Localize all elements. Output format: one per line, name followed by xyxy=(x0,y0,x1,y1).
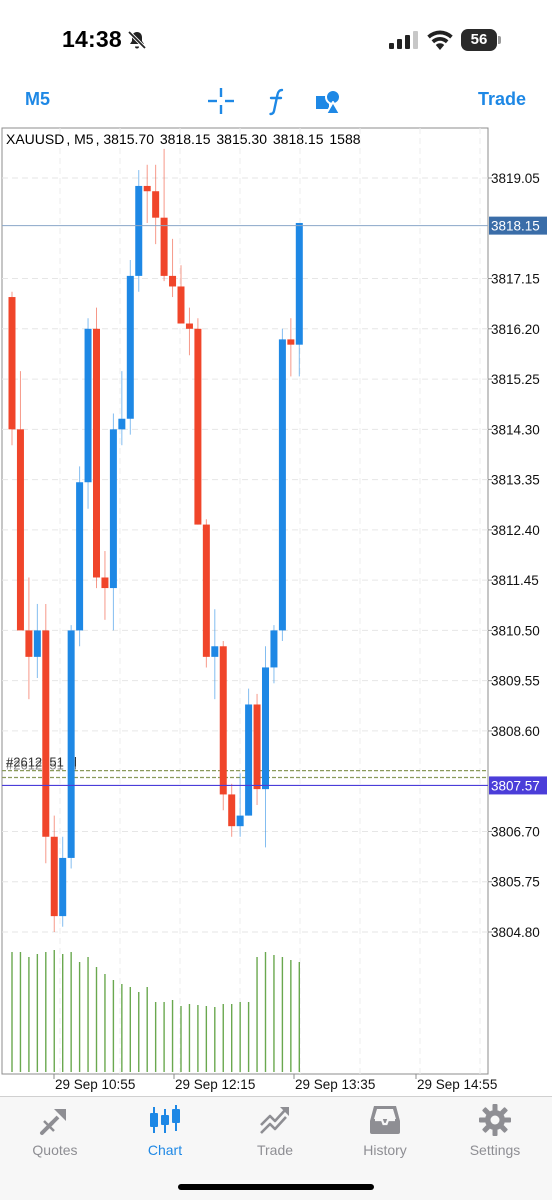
price-label: 3816.20 xyxy=(491,322,540,337)
time-label: 29 Sep 13:35 xyxy=(295,1077,375,1092)
time-label: 29 Sep 12:15 xyxy=(175,1077,255,1092)
price-label: 3819.05 xyxy=(491,171,540,186)
candle-body xyxy=(270,630,278,668)
candle-body xyxy=(169,275,177,287)
chart-info: XAUUSD, M5, 3815.70 3818.15 3815.30 3818… xyxy=(6,131,361,147)
price-label: 3805.75 xyxy=(491,875,540,890)
order-label: #2612851 sl xyxy=(6,758,77,773)
trade-button[interactable]: Trade xyxy=(478,89,526,110)
function-icon[interactable] xyxy=(262,86,292,116)
candle-body xyxy=(211,646,219,657)
chart-close: 3818.15 xyxy=(272,131,324,147)
candle-body xyxy=(59,857,67,917)
tab-settings[interactable]: Settings xyxy=(440,1103,550,1167)
candle-body xyxy=(177,286,185,324)
battery-level: 56 xyxy=(470,31,488,48)
price-label: 3810.50 xyxy=(491,623,540,638)
tab-chart[interactable]: Chart xyxy=(110,1103,220,1167)
tab-label-history: History xyxy=(363,1142,407,1158)
inbox-history-icon xyxy=(370,1106,400,1134)
candle-body xyxy=(295,222,303,345)
timeframe-button[interactable]: M5 xyxy=(25,89,50,110)
candle-body xyxy=(76,482,84,631)
tab-label-chart: Chart xyxy=(147,1142,183,1158)
candle-body xyxy=(194,328,202,525)
price-label: 3804.80 xyxy=(491,925,540,940)
candlestick-chart-icon xyxy=(150,1105,180,1133)
chart-open: 3815.70 xyxy=(103,131,154,147)
candle-body xyxy=(219,646,227,795)
candle-body xyxy=(8,297,16,430)
tab-trade[interactable]: Trade xyxy=(220,1103,330,1167)
candle-body xyxy=(262,667,269,790)
candle-body xyxy=(287,339,295,345)
candle-body xyxy=(202,524,210,657)
price-label: 3815.25 xyxy=(491,372,540,387)
price-label: 3817.15 xyxy=(491,272,540,287)
chart-toolbar: M5 Trade xyxy=(0,80,552,124)
candle-body xyxy=(126,275,134,419)
candle-body xyxy=(118,418,126,430)
price-label: 3811.45 xyxy=(491,573,539,588)
candle-body xyxy=(135,185,143,276)
candle-body xyxy=(253,704,261,790)
candlestick-chart[interactable]: #2612851 sl#2612851 sl3819.053817.153816… xyxy=(0,126,552,1096)
candle-body xyxy=(152,191,160,218)
candle-body xyxy=(16,429,24,631)
candle-body xyxy=(109,429,117,589)
price-chart[interactable]: #2612851 sl #2612851 sl 3819.05 3817.15 3816… xyxy=(0,126,552,1096)
bell-slash-icon xyxy=(127,30,147,50)
trade-icon xyxy=(260,1107,289,1134)
candle-body xyxy=(185,323,193,329)
candle-body xyxy=(245,704,253,816)
status-bar: 14:38 56 xyxy=(0,0,552,80)
gear-icon xyxy=(479,1104,511,1136)
candle-body xyxy=(84,328,92,483)
chart-symbol: XAUUSD xyxy=(6,131,65,147)
candle-body xyxy=(42,630,50,837)
candle-body xyxy=(101,577,109,589)
home-indicator xyxy=(178,1184,374,1190)
candle-body xyxy=(25,630,33,657)
tab-label-settings: Settings xyxy=(469,1142,521,1158)
candle-body xyxy=(67,630,75,858)
candle-body xyxy=(50,836,58,917)
tab-label-trade: Trade xyxy=(256,1142,294,1158)
candle-body xyxy=(160,217,168,276)
price-label: 3812.40 xyxy=(491,523,540,538)
cellular-signal-icon xyxy=(389,31,418,49)
tab-label-quotes: Quotes xyxy=(32,1142,78,1158)
candle-body xyxy=(278,339,286,631)
time-label: 29 Sep 10:55 xyxy=(55,1077,135,1092)
time-label: 29 Sep 14:55 xyxy=(417,1077,497,1092)
candle-body xyxy=(143,185,151,192)
candle-body xyxy=(228,794,236,827)
ask-price-text: 3807.57 xyxy=(491,778,540,793)
price-label: 3808.60 xyxy=(491,724,540,739)
candle-body xyxy=(33,630,41,657)
quotes-icon xyxy=(40,1109,66,1135)
tab-bar: Quotes Chart Trade History Settings xyxy=(0,1096,552,1200)
bid-price-text: 3818.15 xyxy=(491,219,540,234)
crosshair-icon[interactable] xyxy=(206,86,236,116)
tab-quotes[interactable]: Quotes xyxy=(0,1103,110,1167)
candle-body xyxy=(93,328,100,578)
chart-period: M5 xyxy=(74,131,94,147)
chart-low: 3815.30 xyxy=(216,131,267,147)
chart-volume: 1588 xyxy=(329,131,361,147)
price-label: 3813.35 xyxy=(491,473,540,488)
tab-history[interactable]: History xyxy=(330,1103,440,1167)
price-label: 3809.55 xyxy=(491,674,540,689)
battery-icon: 56 xyxy=(461,29,501,51)
candle-body xyxy=(236,815,244,827)
status-time: 14:38 xyxy=(62,26,122,52)
price-label: 3814.30 xyxy=(491,422,540,437)
objects-icon[interactable] xyxy=(314,86,344,116)
chart-high: 3818.15 xyxy=(159,131,211,147)
wifi-icon xyxy=(427,30,453,50)
price-label: 3806.70 xyxy=(491,824,540,839)
